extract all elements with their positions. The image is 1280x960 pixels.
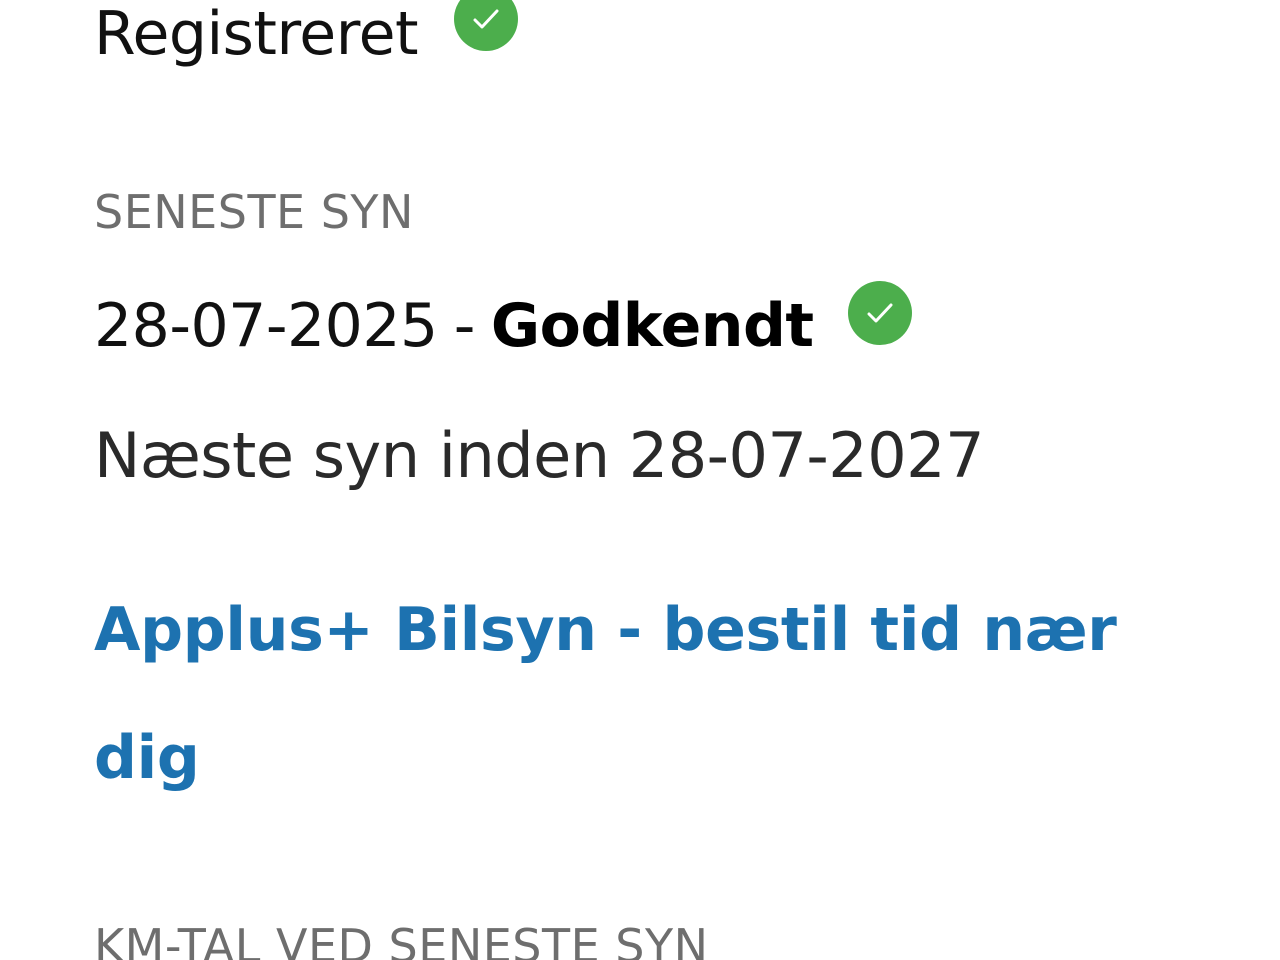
next-inspection-deadline: Næste syn inden 28-07-2027	[94, 419, 985, 492]
km-at-latest-inspection-label: KM-TAL VED SENESTE SYN	[94, 919, 709, 960]
check-circle-icon	[847, 281, 912, 345]
latest-inspection-result: 28-07-2025 - Godkendt	[94, 281, 912, 366]
registration-status: Registreret	[94, 0, 519, 74]
book-inspection-link[interactable]: Applus+ Bilsyn - bestil tid nær dig	[94, 566, 1154, 822]
check-circle-icon	[454, 0, 519, 51]
vehicle-details-page: Registreret SENESTE SYN 28-07-2025 - God…	[0, 0, 1280, 960]
latest-inspection-label: SENESTE SYN	[94, 185, 414, 239]
inspection-date: 28-07-2025	[94, 291, 438, 361]
inspection-result: Godkendt	[490, 291, 814, 361]
registration-status-text: Registreret	[94, 0, 419, 69]
inspection-separator: -	[453, 291, 476, 361]
